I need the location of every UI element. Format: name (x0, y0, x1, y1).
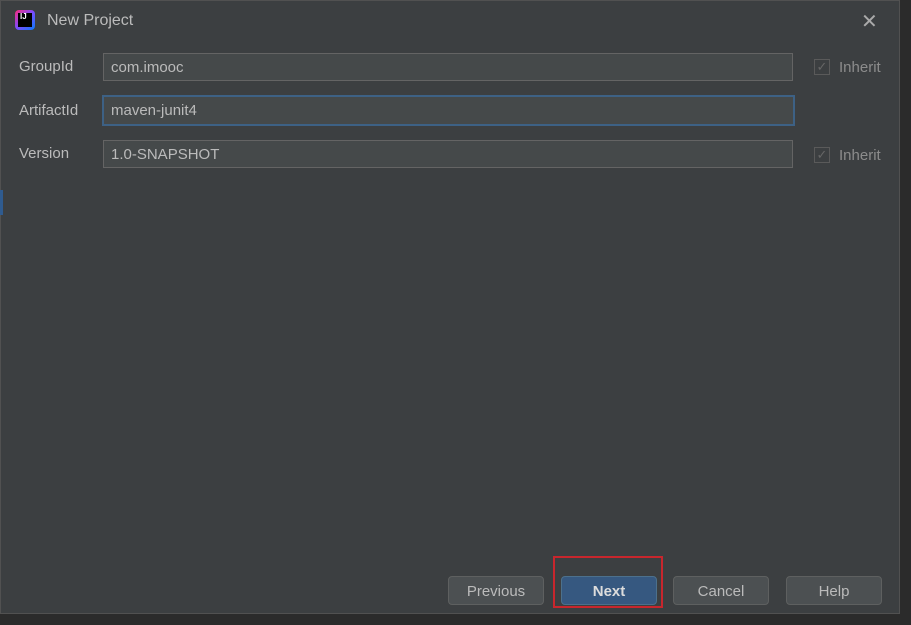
dialog-title: New Project (47, 12, 134, 29)
groupid-input[interactable] (103, 53, 793, 81)
groupid-label: GroupId (19, 58, 74, 75)
cancel-button[interactable]: Cancel (673, 576, 769, 605)
version-inherit-checkbox[interactable]: ✓ (814, 147, 830, 163)
close-icon[interactable]: ✕ (861, 9, 878, 34)
next-highlight-box (553, 556, 663, 608)
help-button[interactable]: Help (786, 576, 882, 605)
intellij-idea-icon: IJ (15, 10, 35, 30)
background-selection-marker (0, 190, 3, 215)
artifactid-label: ArtifactId (19, 102, 79, 119)
version-label: Version (19, 145, 70, 162)
artifactid-input[interactable] (102, 95, 795, 126)
groupid-inherit-checkbox[interactable]: ✓ (814, 59, 830, 75)
version-input[interactable] (103, 140, 793, 168)
previous-button[interactable]: Previous (448, 576, 544, 605)
groupid-inherit-label: Inherit (839, 59, 881, 76)
new-project-dialog: IJ New Project ✕ GroupId ✓ Inherit Artif… (0, 0, 900, 614)
version-inherit-label: Inherit (839, 147, 881, 164)
